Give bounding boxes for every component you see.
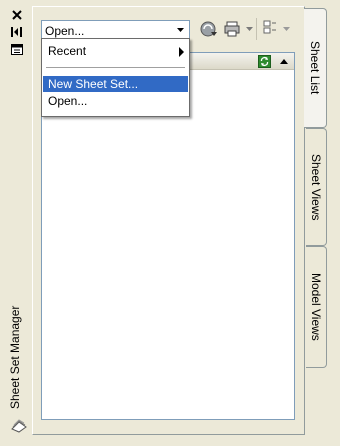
chevron-down-icon[interactable] bbox=[245, 18, 254, 40]
tab-label: Sheet Views bbox=[309, 153, 323, 221]
autohide-icon[interactable] bbox=[9, 24, 25, 40]
publish-plotter-icon[interactable] bbox=[222, 18, 244, 40]
combo-value: Open... bbox=[45, 24, 85, 38]
close-icon[interactable] bbox=[9, 7, 25, 23]
tab-model-views[interactable]: Model Views bbox=[306, 246, 327, 368]
menu-item-new-sheet-set[interactable]: New Sheet Set... bbox=[43, 76, 188, 92]
sheet-selections-icon[interactable] bbox=[259, 18, 281, 40]
submenu-arrow-icon bbox=[179, 47, 184, 57]
menu-item-recent[interactable]: Recent bbox=[43, 43, 188, 59]
tab-label: Model Views bbox=[309, 273, 323, 341]
menu-item-label: Open... bbox=[48, 94, 88, 108]
chevron-down-icon[interactable] bbox=[172, 22, 188, 38]
menu-item-label: New Sheet Set... bbox=[48, 77, 139, 91]
tab-sheet-views[interactable]: Sheet Views bbox=[306, 128, 327, 246]
refresh-icon[interactable] bbox=[257, 54, 272, 69]
chevron-down-icon[interactable] bbox=[282, 18, 291, 40]
publish-dwf-icon[interactable] bbox=[197, 18, 221, 40]
tab-sheet-list[interactable]: Sheet List bbox=[304, 8, 327, 128]
properties-icon[interactable] bbox=[9, 41, 25, 57]
sheet-set-manager-icon bbox=[10, 417, 28, 433]
menu-separator bbox=[46, 67, 185, 68]
collapse-up-icon[interactable] bbox=[276, 54, 291, 69]
menu-item-label: Recent bbox=[48, 44, 87, 58]
tab-label: Sheet List bbox=[308, 41, 322, 95]
palette-title-bar: Sheet Set Manager bbox=[0, 0, 32, 446]
sheet-set-dropdown: Recent New Sheet Set... Open... bbox=[41, 38, 190, 117]
toolbar-separator bbox=[256, 18, 257, 40]
menu-item-open[interactable]: Open... bbox=[43, 93, 188, 109]
sheet-set-combo[interactable]: Open... bbox=[41, 20, 190, 40]
palette-title: Sheet Set Manager bbox=[8, 305, 22, 409]
